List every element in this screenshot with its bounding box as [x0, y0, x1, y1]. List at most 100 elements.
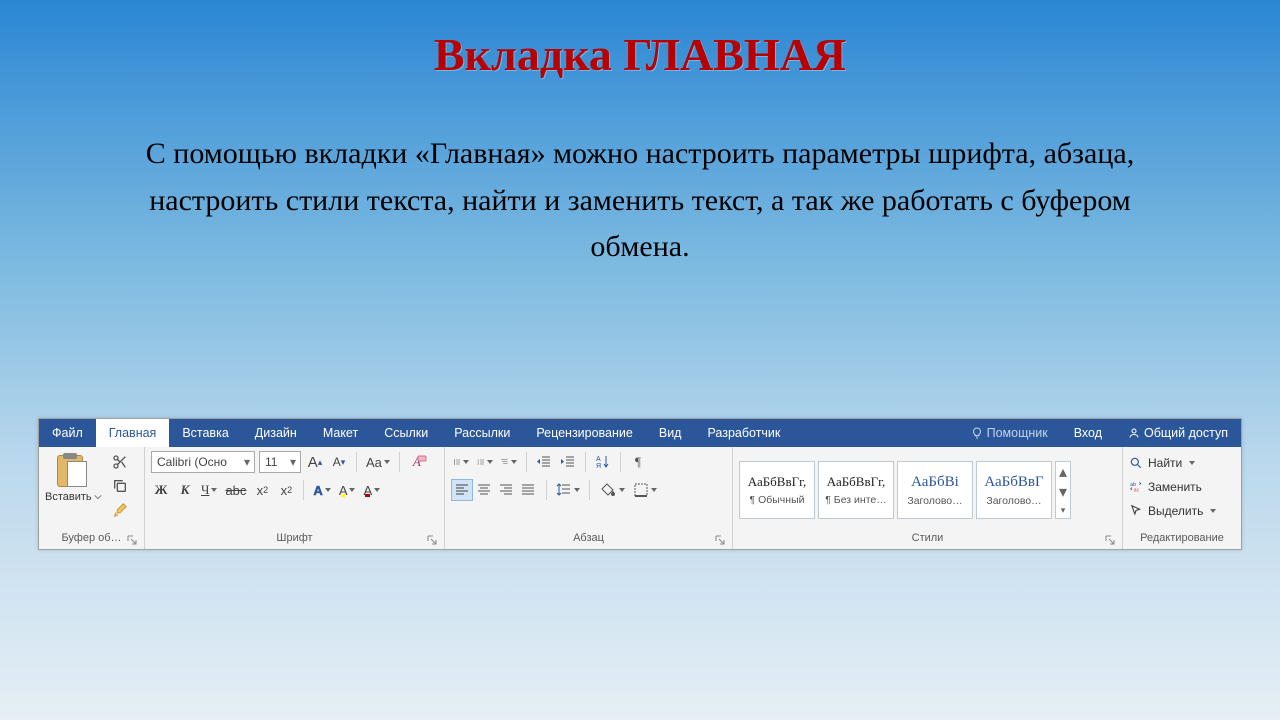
subscript-button[interactable]: x2	[252, 479, 272, 501]
outdent-icon	[536, 454, 552, 470]
styles-launcher[interactable]	[1104, 534, 1116, 546]
tab-review[interactable]: Рецензирование	[523, 419, 646, 447]
svg-text:Я: Я	[596, 463, 601, 470]
svg-text:A: A	[596, 456, 601, 463]
sort-icon: AЯ	[595, 454, 611, 470]
paint-bucket-icon	[599, 482, 617, 498]
style-heading2[interactable]: АаБбВвГ Заголово…	[976, 461, 1052, 519]
justify-icon	[521, 483, 535, 497]
sign-in[interactable]: Вход	[1061, 419, 1115, 447]
styles-gallery-expand[interactable]: ▴ ▾ ▾	[1055, 461, 1071, 519]
align-center-icon	[477, 483, 491, 497]
replace-icon: abac	[1129, 480, 1143, 494]
group-font-label: Шрифт	[276, 532, 312, 544]
tell-me[interactable]: Помощник	[958, 419, 1061, 447]
chevron-down-icon[interactable]: ▾	[1056, 482, 1070, 502]
group-clipboard: Вставить Буфер об…	[39, 447, 145, 549]
tab-file[interactable]: Файл	[39, 419, 96, 447]
tab-design[interactable]: Дизайн	[242, 419, 310, 447]
ribbon-tabbar: Файл Главная Вставка Дизайн Макет Ссылки…	[39, 419, 1241, 447]
cut-button[interactable]	[110, 453, 130, 471]
person-icon	[1128, 427, 1140, 439]
underline-button[interactable]: Ч	[199, 479, 219, 501]
find-button[interactable]: Найти	[1129, 453, 1216, 473]
paragraph-launcher[interactable]	[714, 534, 726, 546]
group-font: Calibri (Осно▾ 11▾ A▴ A▾ Aa A Ж К Ч abc	[145, 447, 445, 549]
align-center-button[interactable]	[473, 479, 495, 501]
decrease-indent-button[interactable]	[534, 451, 554, 473]
tab-view[interactable]: Вид	[646, 419, 695, 447]
replace-button[interactable]: abac Заменить	[1129, 477, 1216, 497]
font-color-button[interactable]: A	[361, 479, 382, 501]
select-button[interactable]: Выделить	[1129, 501, 1216, 521]
line-spacing-button[interactable]	[554, 479, 582, 501]
cursor-icon	[1129, 504, 1143, 518]
share-button[interactable]: Общий доступ	[1115, 419, 1241, 447]
justify-button[interactable]	[517, 479, 539, 501]
font-name-combo[interactable]: Calibri (Осно▾	[151, 451, 255, 473]
clipboard-launcher[interactable]	[126, 534, 138, 546]
svg-text:3: 3	[478, 463, 480, 466]
highlight-button[interactable]: A	[337, 479, 358, 501]
group-clipboard-label: Буфер об…	[61, 532, 121, 544]
chevron-down-icon: ▾	[288, 455, 298, 469]
style-normal[interactable]: АаБбВвГг, ¶ Обычный	[739, 461, 815, 519]
tab-developer[interactable]: Разработчик	[694, 419, 793, 447]
show-marks-button[interactable]: ¶	[628, 451, 648, 473]
font-size-combo[interactable]: 11▾	[259, 451, 301, 473]
tab-references[interactable]: Ссылки	[371, 419, 441, 447]
eraser-icon	[417, 453, 427, 463]
multilevel-list-icon	[501, 458, 509, 466]
increase-indent-button[interactable]	[558, 451, 578, 473]
tab-insert[interactable]: Вставка	[169, 419, 241, 447]
style-heading1[interactable]: АаБбВі Заголово…	[897, 461, 973, 519]
bullets-button[interactable]	[451, 451, 471, 473]
bold-button[interactable]: Ж	[151, 479, 171, 501]
copy-icon	[112, 478, 128, 494]
grow-font-button[interactable]: A▴	[305, 451, 325, 473]
line-spacing-icon	[556, 482, 572, 498]
multilevel-list-button[interactable]	[499, 451, 519, 473]
group-styles: АаБбВвГг, ¶ Обычный АаБбВвГг, ¶ Без инте…	[733, 447, 1123, 549]
italic-button[interactable]: К	[175, 479, 195, 501]
shading-button[interactable]	[597, 479, 627, 501]
superscript-button[interactable]: x2	[276, 479, 296, 501]
chevron-down-icon	[94, 493, 102, 501]
tab-layout[interactable]: Макет	[310, 419, 371, 447]
clipboard-icon	[57, 453, 89, 489]
group-styles-label: Стили	[912, 532, 944, 544]
align-left-icon	[455, 483, 469, 497]
group-editing: Найти abac Заменить Выделить Редактирова…	[1123, 447, 1241, 549]
borders-button[interactable]	[631, 479, 659, 501]
tab-mailings[interactable]: Рассылки	[441, 419, 523, 447]
tab-home[interactable]: Главная	[96, 419, 170, 447]
strikethrough-button[interactable]: abc	[223, 479, 248, 501]
lightbulb-icon	[971, 427, 983, 439]
style-nospacing[interactable]: АаБбВвГг, ¶ Без инте…	[818, 461, 894, 519]
numbering-button[interactable]: 123	[475, 451, 495, 473]
text-effects-button[interactable]: A	[311, 479, 332, 501]
sort-button[interactable]: AЯ	[593, 451, 613, 473]
change-case-button[interactable]: Aa	[364, 451, 392, 473]
bullet-list-icon	[453, 458, 461, 466]
paintbrush-icon	[112, 502, 128, 518]
chevron-down-icon: ▾	[242, 455, 252, 469]
align-right-icon	[499, 483, 513, 497]
group-paragraph-label: Абзац	[573, 532, 604, 544]
chevron-up-icon[interactable]: ▴	[1056, 462, 1070, 482]
more-icon[interactable]: ▾	[1056, 502, 1070, 518]
align-left-button[interactable]	[451, 479, 473, 501]
svg-text:ab: ab	[1130, 482, 1136, 488]
slide-title: Вкладка ГЛАВНАЯ	[0, 0, 1280, 81]
scissors-icon	[112, 454, 128, 470]
align-right-button[interactable]	[495, 479, 517, 501]
slide-body-text: С помощью вкладки «Главная» можно настро…	[0, 81, 1280, 271]
paste-button[interactable]: Вставить	[45, 451, 106, 503]
format-painter-button[interactable]	[110, 501, 130, 519]
font-launcher[interactable]	[426, 534, 438, 546]
copy-button[interactable]	[110, 477, 130, 495]
number-list-icon: 123	[477, 458, 485, 466]
ribbon-screenshot: Файл Главная Вставка Дизайн Макет Ссылки…	[38, 418, 1242, 550]
shrink-font-button[interactable]: A▾	[329, 451, 349, 473]
clear-formatting-button[interactable]: A	[407, 451, 427, 473]
